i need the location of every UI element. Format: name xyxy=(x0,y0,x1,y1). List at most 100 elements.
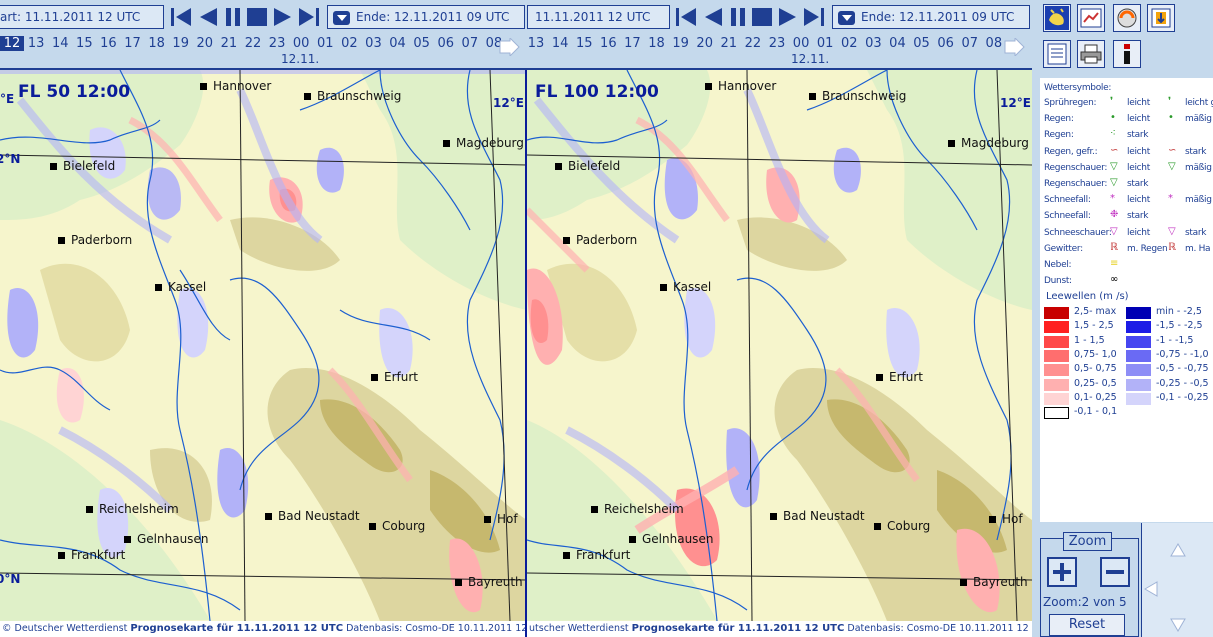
zoom-out-button[interactable] xyxy=(1100,557,1130,587)
skip-back-icon xyxy=(171,8,191,26)
hour-tick[interactable]: 03 xyxy=(861,36,885,51)
hour-tick[interactable]: 00 xyxy=(289,36,313,51)
hour-tick[interactable]: 23 xyxy=(265,36,289,51)
skip-forward-button[interactable] xyxy=(803,7,825,27)
hour-tick[interactable]: 06 xyxy=(434,36,458,51)
hour-tick[interactable]: 02 xyxy=(837,36,861,51)
hour-tick[interactable]: 14 xyxy=(48,36,72,51)
step-forward-button[interactable] xyxy=(777,7,799,27)
chart-view-button[interactable] xyxy=(1077,4,1105,32)
europe-map-button[interactable] xyxy=(1043,4,1071,32)
swatch-label: -0,1 - 0,1 xyxy=(1074,406,1118,418)
hour-tick[interactable]: 15 xyxy=(572,36,596,51)
step-forward-button[interactable] xyxy=(272,7,294,27)
skip-back-button[interactable] xyxy=(170,7,192,27)
hour-tick[interactable]: 17 xyxy=(120,36,144,51)
forecast-map-fl100[interactable]: FL 100 12:00 12°E Hannover Braunschweig … xyxy=(527,70,1032,621)
pan-up-icon[interactable] xyxy=(1170,543,1186,557)
legend-button[interactable] xyxy=(1043,40,1071,68)
skip-forward-button[interactable] xyxy=(298,7,320,27)
hour-tick[interactable]: 13 xyxy=(24,36,48,51)
city-bayreuth: Bayreuth xyxy=(960,575,1028,589)
hour-tick[interactable]: 00 xyxy=(789,36,813,51)
weather-symbol-icon: * xyxy=(1168,193,1173,205)
swatch-label: -0,75 - -1,0 xyxy=(1156,348,1209,360)
timeline-next-button[interactable] xyxy=(1003,36,1025,58)
hour-tick[interactable]: 06 xyxy=(934,36,958,51)
pan-down-icon[interactable] xyxy=(1170,618,1186,632)
hour-tick[interactable]: 12 xyxy=(0,36,25,51)
timeline-next-button[interactable] xyxy=(498,36,520,58)
hour-tick[interactable]: 17 xyxy=(620,36,644,51)
hour-tick[interactable]: 14 xyxy=(548,36,572,51)
start-time-field[interactable]: art: 11.11.2011 12 UTC xyxy=(0,5,164,29)
forecast-map-fl50[interactable]: FL 50 12:00 °E 2°N 0°N 12°E Hannover Bra… xyxy=(0,70,527,621)
hour-tick[interactable]: 04 xyxy=(386,36,410,51)
weather-symbol-icon: ∞ xyxy=(1110,274,1119,286)
hour-tick[interactable]: 02 xyxy=(337,36,361,51)
hour-tick[interactable]: 19 xyxy=(669,36,693,51)
legend-intensity-a: leicht xyxy=(1127,146,1150,157)
hour-tick[interactable]: 01 xyxy=(813,36,837,51)
start-time-field[interactable]: 11.11.2011 12 UTC xyxy=(527,5,670,29)
pause-button[interactable] xyxy=(222,7,244,27)
city-paderborn: Paderborn xyxy=(563,233,637,247)
satellite-button[interactable] xyxy=(1113,4,1141,32)
pan-left-icon[interactable] xyxy=(1144,581,1158,597)
hour-tick[interactable]: 07 xyxy=(458,36,482,51)
hour-tick[interactable]: 16 xyxy=(96,36,120,51)
hour-tick[interactable]: 22 xyxy=(241,36,265,51)
hour-tick[interactable]: 07 xyxy=(958,36,982,51)
hour-tick[interactable]: 05 xyxy=(910,36,934,51)
legend-row-label: Nebel: xyxy=(1044,260,1072,270)
info-button[interactable] xyxy=(1113,40,1141,68)
hour-tick[interactable]: 01 xyxy=(313,36,337,51)
map-footer: utscher Wetterdienst Prognosekarte für 1… xyxy=(527,621,1032,637)
city-marker xyxy=(265,512,272,520)
color-swatch xyxy=(1126,307,1151,319)
arrow-right-icon xyxy=(1004,36,1025,58)
hour-tick[interactable]: 05 xyxy=(410,36,434,51)
color-swatch xyxy=(1126,364,1151,377)
end-time-select[interactable]: Ende: 12.11.2011 09 UTC xyxy=(327,5,525,29)
city-frankfurt: Frankfurt xyxy=(563,548,630,562)
hour-tick[interactable]: 03 xyxy=(361,36,385,51)
hour-tick[interactable]: 18 xyxy=(145,36,169,51)
hour-tick[interactable]: 20 xyxy=(193,36,217,51)
hour-tick[interactable]: 19 xyxy=(169,36,193,51)
step-back-button[interactable] xyxy=(702,7,724,27)
date-label: 12.11. xyxy=(281,52,320,66)
legend-row-label: Regen, gefr.: xyxy=(1044,146,1098,157)
hour-tick[interactable]: 23 xyxy=(765,36,789,51)
hour-tick[interactable]: 18 xyxy=(644,36,668,51)
legend-intensity-b: mäßig xyxy=(1185,195,1212,206)
zoom-in-button[interactable] xyxy=(1047,557,1077,587)
hour-tick[interactable]: 21 xyxy=(717,36,741,51)
hour-tick[interactable]: 15 xyxy=(72,36,96,51)
color-swatch xyxy=(1044,349,1069,362)
skip-back-button[interactable] xyxy=(675,7,697,27)
hour-tick[interactable]: 22 xyxy=(741,36,765,51)
stop-button[interactable] xyxy=(246,7,268,27)
hour-tick[interactable]: 04 xyxy=(885,36,909,51)
stop-icon xyxy=(247,8,267,26)
end-time-select[interactable]: Ende: 12.11.2011 09 UTC xyxy=(832,5,1030,29)
minus-icon xyxy=(1106,570,1124,574)
print-button[interactable] xyxy=(1077,40,1105,68)
hour-tick[interactable]: 20 xyxy=(693,36,717,51)
color-swatch xyxy=(1044,378,1069,391)
pause-button[interactable] xyxy=(727,7,749,27)
step-back-button[interactable] xyxy=(197,7,219,27)
hour-tick[interactable]: 16 xyxy=(596,36,620,51)
city-hannover: Hannover xyxy=(705,79,776,93)
weather-symbol-icon: ∽ xyxy=(1168,144,1177,156)
hour-tick[interactable]: 13 xyxy=(527,36,548,51)
stop-button[interactable] xyxy=(751,7,773,27)
export-button[interactable] xyxy=(1147,4,1175,32)
swatch-label: min - -2,5 xyxy=(1156,306,1202,317)
reset-button[interactable]: Reset xyxy=(1049,614,1125,636)
date-label: 12.11. xyxy=(791,52,830,66)
legend-row-label: Regen: xyxy=(1044,130,1074,141)
color-swatch xyxy=(1044,392,1069,405)
hour-tick[interactable]: 21 xyxy=(217,36,241,51)
